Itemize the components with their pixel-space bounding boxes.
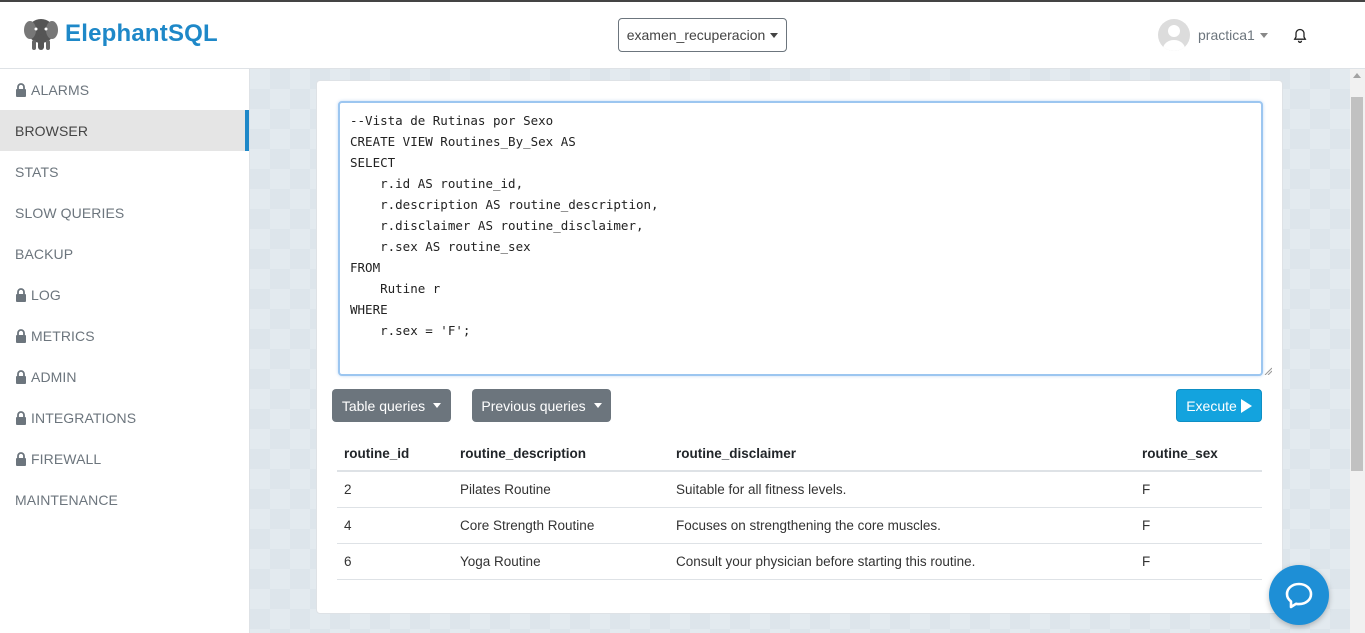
avatar [1158,19,1190,51]
chevron-down-icon [433,403,442,408]
chevron-down-icon [593,403,602,408]
lock-icon [16,451,26,466]
sidebar-item-slow-queries[interactable]: SLOW QUERIES [0,192,249,233]
previous-queries-button[interactable]: Previous queries [472,389,611,422]
query-card: --Vista de Rutinas por Sexo CREATE VIEW … [316,80,1283,614]
bell-icon[interactable] [1292,28,1308,44]
table-row: 6 Yoga Routine Consult your physician be… [337,543,1262,580]
lock-icon [16,369,26,384]
lock-icon [16,410,26,425]
sidebar-item-browser[interactable]: BROWSER [0,110,249,151]
column-header: routine_disclaimer [669,436,1135,472]
execute-label: Execute [1186,397,1237,414]
sidebar-item-label: MAINTENANCE [15,491,118,508]
table-cell: 4 [337,507,453,544]
table-cell: 2 [337,471,453,508]
sidebar-item-firewall[interactable]: FIREWALL [0,438,249,479]
table-row: 4 Core Strength Routine Focuses on stren… [337,507,1262,544]
sidebar-item-label: INTEGRATIONS [31,409,137,426]
user-name: practica1 [1198,27,1255,43]
table-cell: Core Strength Routine [453,507,669,544]
sidebar-item-label: BROWSER [15,122,89,139]
user-avatar-icon [1163,25,1185,51]
table-cell: Focuses on strengthening the core muscle… [669,507,1135,544]
sidebar-item-label: ADMIN [31,368,77,385]
chat-help-icon [1285,582,1313,609]
user-menu[interactable]: practica1 [1158,19,1268,51]
sidebar-item-admin[interactable]: ADMIN [0,356,249,397]
top-navbar: ElephantSQL examen_recuperacion practica… [0,2,1365,69]
table-cell: F [1135,507,1262,544]
column-header: routine_sex [1135,436,1262,472]
elephant-logo-icon [24,19,58,50]
table-cell: Pilates Routine [453,471,669,508]
execute-button[interactable]: Execute [1176,389,1262,422]
column-header: routine_id [337,436,453,472]
sidebar-item-label: LOG [31,286,61,303]
database-selector[interactable]: examen_recuperacion [618,18,787,52]
page-scrollbar[interactable] [1350,69,1365,633]
sidebar-item-maintenance[interactable]: MAINTENANCE [0,479,249,520]
table-queries-button[interactable]: Table queries [332,389,451,422]
play-icon [1240,398,1252,413]
lock-icon [16,82,26,97]
scroll-up-arrow-icon[interactable] [1353,73,1361,78]
resize-handle-icon[interactable] [1264,367,1272,375]
sidebar-item-label: SLOW QUERIES [15,204,125,221]
chevron-down-icon [770,32,779,38]
sidebar-item-backup[interactable]: BACKUP [0,233,249,274]
sidebar-item-label: BACKUP [15,245,74,262]
table-cell: Suitable for all fitness levels. [669,471,1135,508]
table-row: 2 Pilates Routine Suitable for all fitne… [337,471,1262,508]
table-queries-label: Table queries [341,397,426,414]
sql-editor[interactable]: --Vista de Rutinas por Sexo CREATE VIEW … [338,101,1263,376]
help-chat-button[interactable] [1269,565,1329,625]
sidebar-item-metrics[interactable]: METRICS [0,315,249,356]
table-cell: Consult your physician before starting t… [669,543,1135,580]
sidebar-item-integrations[interactable]: INTEGRATIONS [0,397,249,438]
sidebar: ALARMS BROWSER STATS SLOW QUERIES BACKUP LOG M… [0,69,250,633]
table-header-row: routine_id routine_description routine_d… [337,436,1262,472]
sidebar-item-label: STATS [15,163,59,180]
sidebar-item-label: FIREWALL [31,450,102,467]
chevron-down-icon [1259,32,1268,38]
table-cell: 6 [337,543,453,580]
sidebar-item-stats[interactable]: STATS [0,151,249,192]
previous-queries-label: Previous queries [481,397,586,414]
lock-icon [16,328,26,343]
main-content: --Vista de Rutinas por Sexo CREATE VIEW … [250,69,1350,633]
results-table: routine_id routine_description routine_d… [337,436,1262,580]
table-cell: F [1135,471,1262,508]
column-header: routine_description [453,436,669,472]
brand[interactable]: ElephantSQL [24,16,218,52]
database-selector-label: examen_recuperacion [626,27,766,43]
table-cell: F [1135,543,1262,580]
sidebar-item-label: METRICS [31,327,95,344]
sidebar-item-log[interactable]: LOG [0,274,249,315]
lock-icon [16,287,26,302]
brand-name: ElephantSQL [65,20,218,47]
table-cell: Yoga Routine [453,543,669,580]
sidebar-item-label: ALARMS [31,81,90,98]
scrollbar-thumb[interactable] [1351,97,1363,471]
sidebar-item-alarms[interactable]: ALARMS [0,69,249,110]
